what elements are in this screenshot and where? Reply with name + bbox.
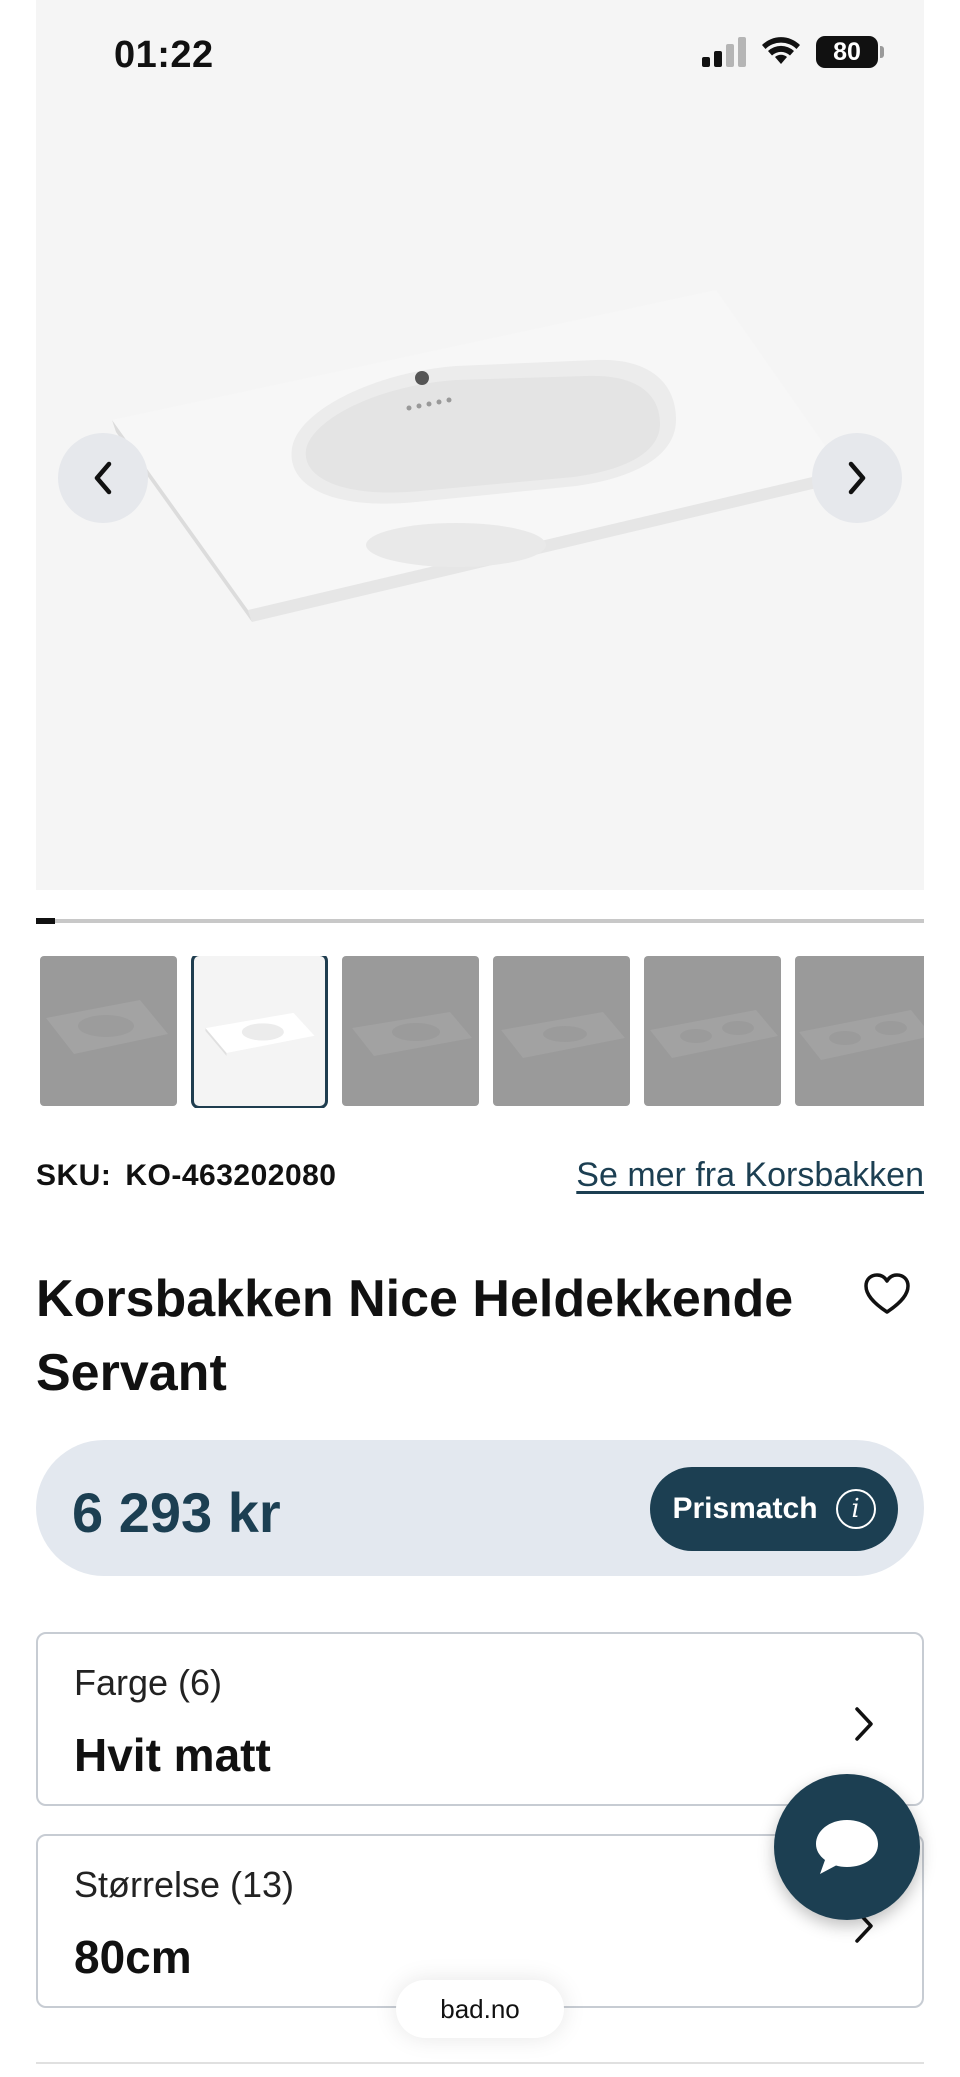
wifi-icon xyxy=(762,37,800,64)
chat-icon xyxy=(816,1820,878,1874)
thumbnail[interactable] xyxy=(493,956,630,1106)
size-value: 80cm xyxy=(74,1931,192,1983)
sku: SKU: KO-463202080 xyxy=(36,1159,337,1193)
thumbnail-image xyxy=(352,1012,472,1056)
gallery-progress-fill xyxy=(36,918,55,924)
price: 6 293 kr xyxy=(72,1481,281,1544)
info-icon: i xyxy=(835,1489,876,1529)
chevron-right-icon xyxy=(855,1707,873,1741)
color-label: Farge (6) xyxy=(74,1662,223,1703)
chat-button[interactable] xyxy=(774,1774,920,1920)
next-image-button[interactable] xyxy=(812,433,902,523)
thumbnail-image xyxy=(501,1012,625,1058)
thumbnail-image xyxy=(46,1000,168,1054)
brand-link[interactable]: Se mer fra Korsbakken xyxy=(576,1156,924,1195)
previous-image-button[interactable] xyxy=(58,433,148,523)
chevron-right-icon xyxy=(848,461,866,495)
thumbnail[interactable] xyxy=(342,956,479,1106)
heart-icon[interactable] xyxy=(862,1272,912,1316)
status-icons: 80 xyxy=(702,36,884,68)
thumbnail-image xyxy=(799,1010,924,1060)
thumbnail-strip[interactable] xyxy=(40,956,924,1108)
sku-value: KO-463202080 xyxy=(125,1158,337,1192)
sku-label: SKU: xyxy=(36,1158,112,1192)
signal-icon xyxy=(702,37,746,67)
battery-level: 80 xyxy=(816,36,878,68)
prismatch-label: Prismatch xyxy=(672,1492,818,1525)
thumbnail-image xyxy=(205,1012,315,1056)
product-image xyxy=(112,290,842,622)
thumbnail[interactable] xyxy=(40,956,177,1106)
divider xyxy=(36,2062,924,2064)
thumbnail[interactable] xyxy=(795,956,924,1106)
browser-url-bar[interactable]: bad.no xyxy=(396,1980,564,2038)
thumbnail-active[interactable] xyxy=(191,956,328,1108)
sku-row: SKU: KO-463202080 Se mer fra Korsbakken xyxy=(36,1156,924,1195)
chevron-left-icon xyxy=(94,461,112,495)
product-image-gallery[interactable]: 01:22 80 xyxy=(36,0,924,890)
status-time: 01:22 xyxy=(114,34,214,76)
thumbnail-image xyxy=(650,1010,778,1058)
battery-icon: 80 xyxy=(816,36,884,68)
price-box: 6 293 kr Prismatch i xyxy=(36,1440,924,1576)
color-value: Hvit matt xyxy=(74,1729,271,1781)
prismatch-button[interactable]: Prismatch i xyxy=(650,1467,898,1551)
gallery-progress-bar xyxy=(36,918,924,924)
size-label: Størrelse (13) xyxy=(74,1864,295,1905)
color-selector[interactable]: Farge (6) Hvit matt xyxy=(36,1632,924,1806)
product-title: Korsbakken Nice Heldekkende Servant xyxy=(36,1270,794,1402)
thumbnail[interactable] xyxy=(644,956,781,1106)
